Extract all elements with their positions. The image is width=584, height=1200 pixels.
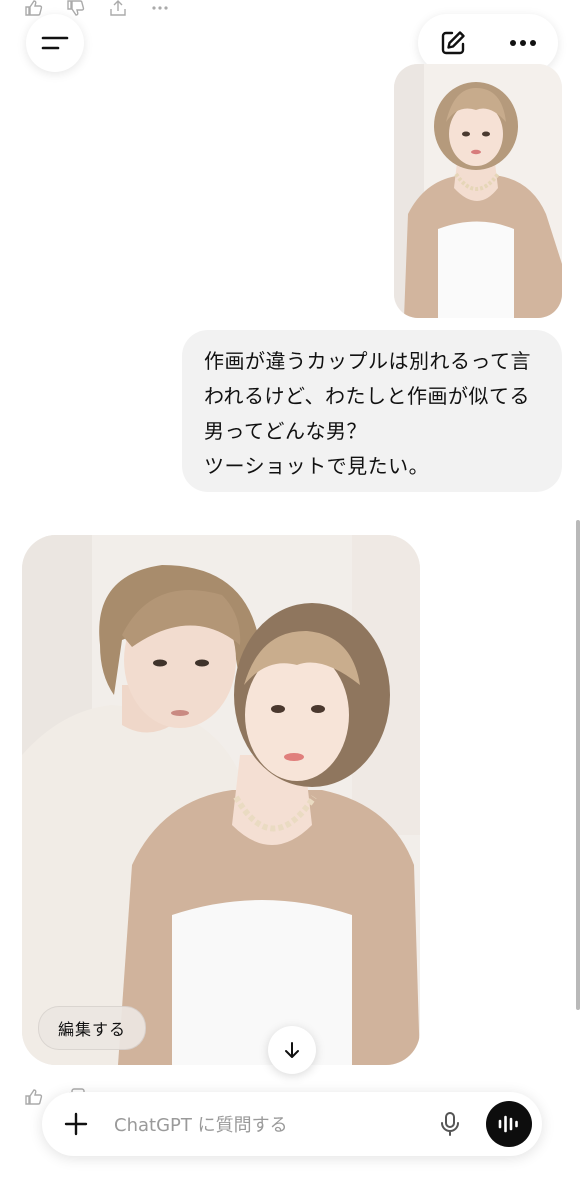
user-uploaded-image[interactable] xyxy=(394,64,562,318)
user-message-line: 作画が違うカップルは別れるって言 xyxy=(204,349,531,373)
message-input[interactable] xyxy=(112,1106,416,1144)
woman-portrait-image xyxy=(394,64,562,318)
menu-icon xyxy=(41,36,69,50)
edit-image-button[interactable]: 編集する xyxy=(38,1006,146,1050)
share-icon[interactable] xyxy=(108,0,128,16)
attach-button[interactable] xyxy=(60,1108,92,1140)
scrollbar[interactable] xyxy=(576,520,580,1010)
voice-mode-button[interactable] xyxy=(486,1101,532,1147)
scroll-to-bottom-button[interactable] xyxy=(268,1026,316,1074)
more-horizontal-icon[interactable] xyxy=(150,0,170,16)
user-message-line: 男ってどんな男？ xyxy=(204,419,367,443)
thumbs-up-icon[interactable] xyxy=(24,1088,44,1106)
edit-icon[interactable] xyxy=(438,28,468,58)
more-icon[interactable] xyxy=(508,38,538,48)
generated-image[interactable] xyxy=(22,535,420,1065)
arrow-down-icon xyxy=(285,1042,299,1058)
user-message-line: ツーショットで見たい。 xyxy=(204,454,430,478)
microphone-icon xyxy=(441,1112,459,1136)
user-message-bubble: 作画が違うカップルは別れるって言 われるけど、わたしと作画が似てる 男ってどんな… xyxy=(182,330,562,492)
dictation-button[interactable] xyxy=(434,1108,466,1140)
user-message-line: われるけど、わたしと作画が似てる xyxy=(204,384,530,408)
couple-portrait-image xyxy=(22,535,420,1065)
menu-button[interactable] xyxy=(26,14,84,72)
thumbs-up-icon[interactable] xyxy=(24,0,44,16)
plus-icon xyxy=(64,1112,88,1136)
message-composer xyxy=(42,1092,542,1156)
thumbs-down-icon[interactable] xyxy=(66,0,86,16)
waveform-icon xyxy=(498,1115,518,1133)
